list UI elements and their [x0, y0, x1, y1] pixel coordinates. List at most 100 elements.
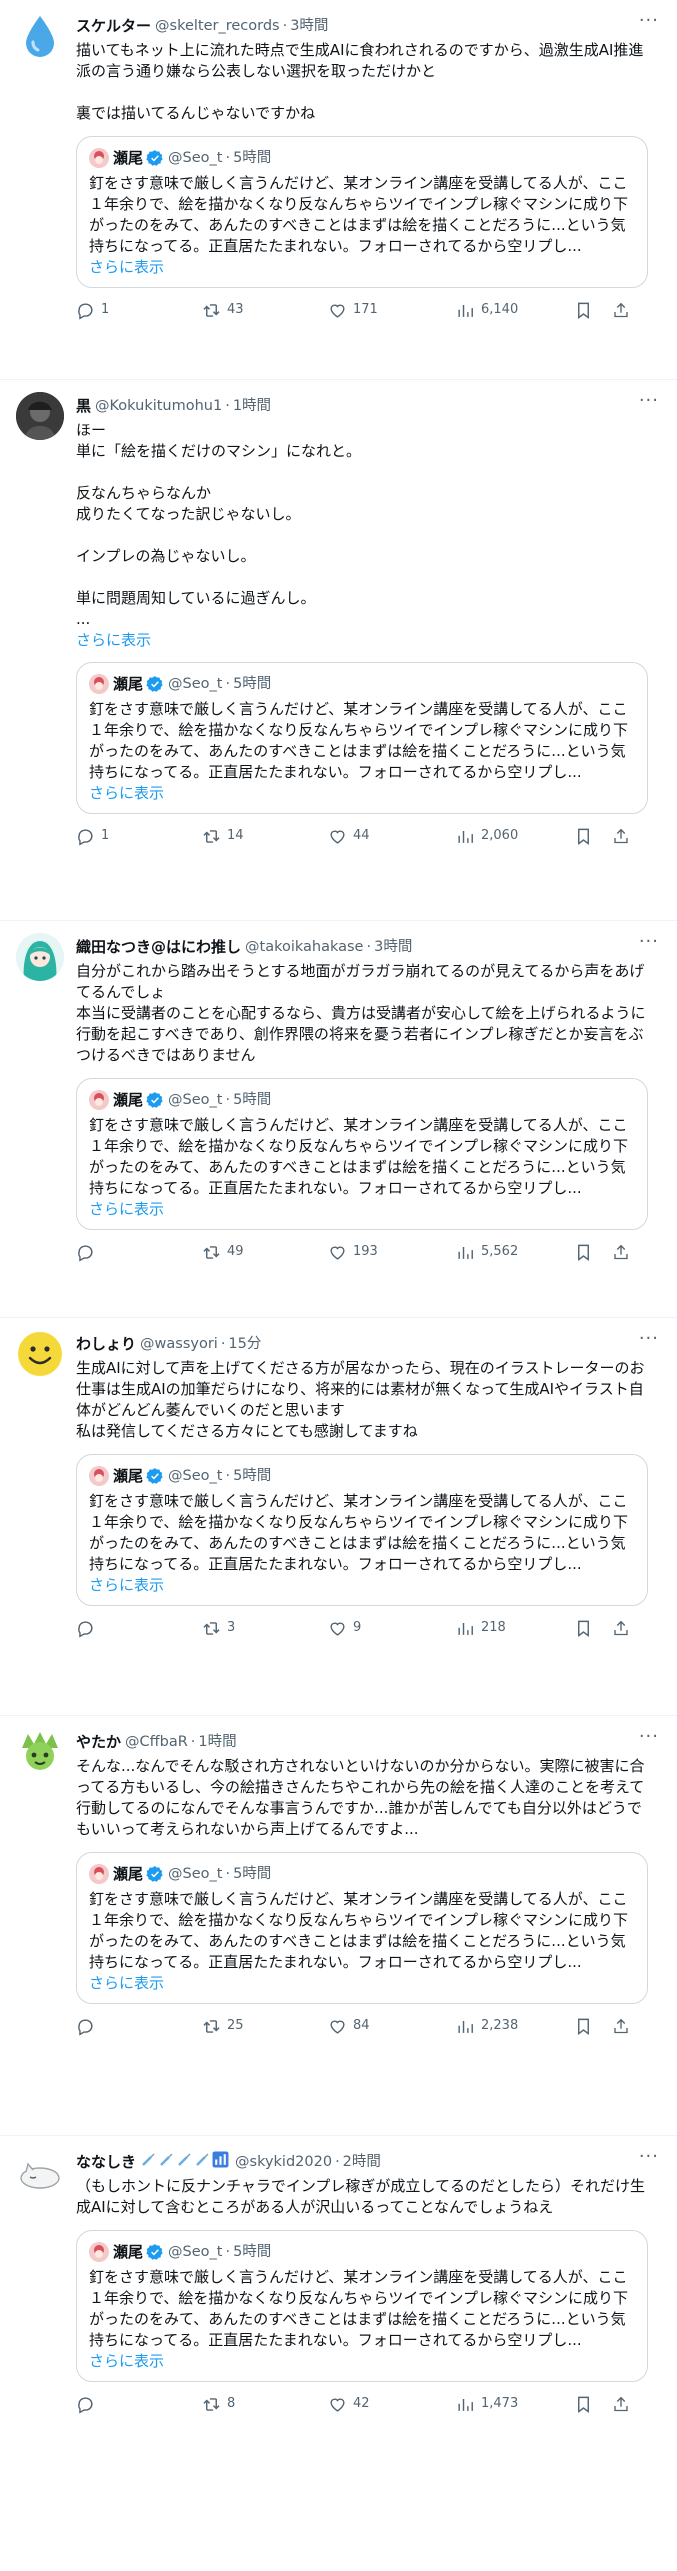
views-button[interactable]: 1,473 [456, 2394, 574, 2414]
bookmark-button[interactable] [574, 1619, 612, 1638]
bookmark-button[interactable] [574, 301, 612, 320]
more-options-icon[interactable]: ··· [639, 933, 659, 951]
verified-badge-icon [146, 1865, 164, 1883]
quoted-tweet[interactable]: 瀬尾 @Seo_t · 5時間 釘をさす意味で厳しく言うんだけど、某オンライン講… [76, 136, 648, 288]
quoted-tweet[interactable]: 瀬尾 @Seo_t · 5時間 釘をさす意味で厳しく言うんだけど、某オンライン講… [76, 1852, 648, 2004]
reply-button[interactable] [76, 2395, 202, 2414]
retweet-button[interactable]: 25 [202, 2016, 328, 2036]
display-name[interactable]: ななしき [76, 2152, 136, 2172]
more-options-icon[interactable]: ··· [639, 2148, 659, 2166]
views-button[interactable]: 2,060 [456, 826, 574, 846]
views-button[interactable]: 2,238 [456, 2016, 574, 2036]
reply-button[interactable]: 1 [76, 826, 202, 846]
like-button[interactable]: 171 [328, 300, 456, 320]
display-name[interactable]: 黒 [76, 396, 91, 416]
reply-button[interactable]: 1 [76, 300, 202, 320]
quoted-avatar [89, 1864, 109, 1884]
retweet-button[interactable]: 14 [202, 826, 328, 846]
quoted-timestamp: 5時間 [233, 1092, 272, 1108]
separator-dot: · [225, 398, 230, 414]
tweet[interactable]: ななしき @skykid2020 · 2時間 ··· （もしホントに反ナンチャラ… [0, 2136, 677, 2571]
retweet-button[interactable]: 8 [202, 2394, 328, 2414]
share-button[interactable] [612, 1243, 636, 1262]
timestamp[interactable]: 15分 [228, 1334, 261, 1354]
user-handle[interactable]: @CffbaR [125, 1732, 188, 1752]
more-options-icon[interactable]: ··· [639, 1330, 659, 1348]
bookmark-button[interactable] [574, 827, 612, 846]
quoted-show-more-link[interactable]: さらに表示 [89, 1575, 635, 1595]
retweet-button[interactable]: 43 [202, 300, 328, 320]
quoted-display-name: 瀬尾 [113, 2243, 144, 2261]
tweet[interactable]: スケルター @skelter_records · 3時間 ··· 描いてもネット… [0, 0, 677, 380]
share-button[interactable] [612, 827, 636, 846]
quoted-timestamp: 5時間 [233, 1866, 272, 1882]
dark-portrait-avatar[interactable] [16, 392, 64, 440]
quoted-show-more-link[interactable]: さらに表示 [89, 783, 635, 803]
share-button[interactable] [612, 2395, 636, 2414]
share-button[interactable] [612, 1619, 636, 1638]
more-options-icon[interactable]: ··· [639, 392, 659, 410]
share-icon [614, 2396, 628, 2411]
views-button[interactable]: 5,562 [456, 1242, 574, 1262]
tweet[interactable]: わしょり @wassyori · 15分 ··· 生成AIに対して声を上げてくだ… [0, 1318, 677, 1716]
user-handle[interactable]: @skelter_records [155, 16, 280, 36]
show-more-link[interactable]: さらに表示 [76, 630, 655, 650]
user-handle[interactable]: @takoikahakase [245, 937, 363, 957]
like-button[interactable]: 44 [328, 826, 456, 846]
like-button[interactable]: 84 [328, 2016, 456, 2036]
quoted-show-more-link[interactable]: さらに表示 [89, 257, 635, 277]
smiley-face-icon[interactable] [16, 1330, 64, 1378]
bookmark-button[interactable] [574, 1243, 612, 1262]
quoted-tweet[interactable]: 瀬尾 @Seo_t · 5時間 釘をさす意味で厳しく言うんだけど、某オンライン講… [76, 662, 648, 814]
timestamp[interactable]: 1時間 [198, 1732, 236, 1752]
retweet-button[interactable]: 49 [202, 1242, 328, 1262]
user-handle[interactable]: @wassyori [140, 1334, 218, 1354]
share-button[interactable] [612, 2017, 636, 2036]
tweet-text: ほー 単に「絵を描くだけのマシン」になれと。 反なんちゃらなんか 成りたくてなっ… [76, 421, 362, 628]
anime-girl-avatar[interactable] [16, 933, 64, 981]
user-handle[interactable]: @Kokukitumohu1 [95, 396, 222, 416]
tweet[interactable]: 織田なつき@はにわ推し @takoikahakase · 3時間 ··· 自分が… [0, 921, 677, 1318]
like-button[interactable]: 42 [328, 2394, 456, 2414]
separator-dot: · [190, 1734, 196, 1750]
more-options-icon[interactable]: ··· [639, 12, 659, 30]
display-name[interactable]: スケルター [76, 16, 151, 36]
quoted-avatar [89, 1090, 109, 1110]
sleeping-cat-avatar[interactable] [16, 2148, 64, 2196]
more-options-icon[interactable]: ··· [639, 1728, 659, 1746]
views-button[interactable]: 218 [456, 1618, 574, 1638]
timestamp[interactable]: 1時間 [233, 396, 271, 416]
display-name[interactable]: やたか [76, 1732, 121, 1752]
retweet-icon [203, 1621, 220, 1635]
quoted-tweet[interactable]: 瀬尾 @Seo_t · 5時間 釘をさす意味で厳しく言うんだけど、某オンライン講… [76, 1454, 648, 1606]
retweet-count: 3 [227, 1620, 236, 1635]
timestamp[interactable]: 2時間 [343, 2152, 381, 2172]
quoted-show-more-link[interactable]: さらに表示 [89, 1973, 635, 1993]
reply-button[interactable] [76, 2017, 202, 2036]
tweet[interactable]: 黒 @Kokukitumohu1 · 1時間 ··· ほー 単に「絵を描くだけの… [0, 380, 677, 921]
bookmark-button[interactable] [574, 2395, 612, 2414]
quoted-show-more-link[interactable]: さらに表示 [89, 2351, 635, 2371]
syringe-icon [194, 2152, 210, 2173]
quoted-tweet[interactable]: 瀬尾 @Seo_t · 5時間 釘をさす意味で厳しく言うんだけど、某オンライン講… [76, 1078, 648, 1230]
quoted-text: 釘をさす意味で厳しく言うんだけど、某オンライン講座を受講してる人が、ここ１年余り… [89, 700, 628, 781]
green-character-avatar[interactable] [16, 1728, 64, 1776]
water-drop-icon[interactable] [16, 12, 64, 60]
display-name[interactable]: わしょり [76, 1334, 136, 1354]
reply-button[interactable] [76, 1243, 202, 1262]
quoted-show-more-link[interactable]: さらに表示 [89, 1199, 635, 1219]
quoted-tweet[interactable]: 瀬尾 @Seo_t · 5時間 釘をさす意味で厳しく言うんだけど、某オンライン講… [76, 2230, 648, 2382]
views-button[interactable]: 6,140 [456, 300, 574, 320]
like-button[interactable]: 193 [328, 1242, 456, 1262]
like-button[interactable]: 9 [328, 1618, 456, 1638]
retweet-button[interactable]: 3 [202, 1618, 328, 1638]
share-button[interactable] [612, 301, 636, 320]
reply-button[interactable] [76, 1619, 202, 1638]
retweet-count: 43 [227, 302, 244, 317]
timestamp[interactable]: 3時間 [374, 937, 412, 957]
display-name[interactable]: 織田なつき@はにわ推し [76, 937, 241, 957]
timestamp[interactable]: 3時間 [290, 16, 328, 36]
tweet[interactable]: やたか @CffbaR · 1時間 ··· そんな...なんでそんな駁され方され… [0, 1716, 677, 2136]
bookmark-button[interactable] [574, 2017, 612, 2036]
user-handle[interactable]: @skykid2020 [235, 2152, 332, 2172]
